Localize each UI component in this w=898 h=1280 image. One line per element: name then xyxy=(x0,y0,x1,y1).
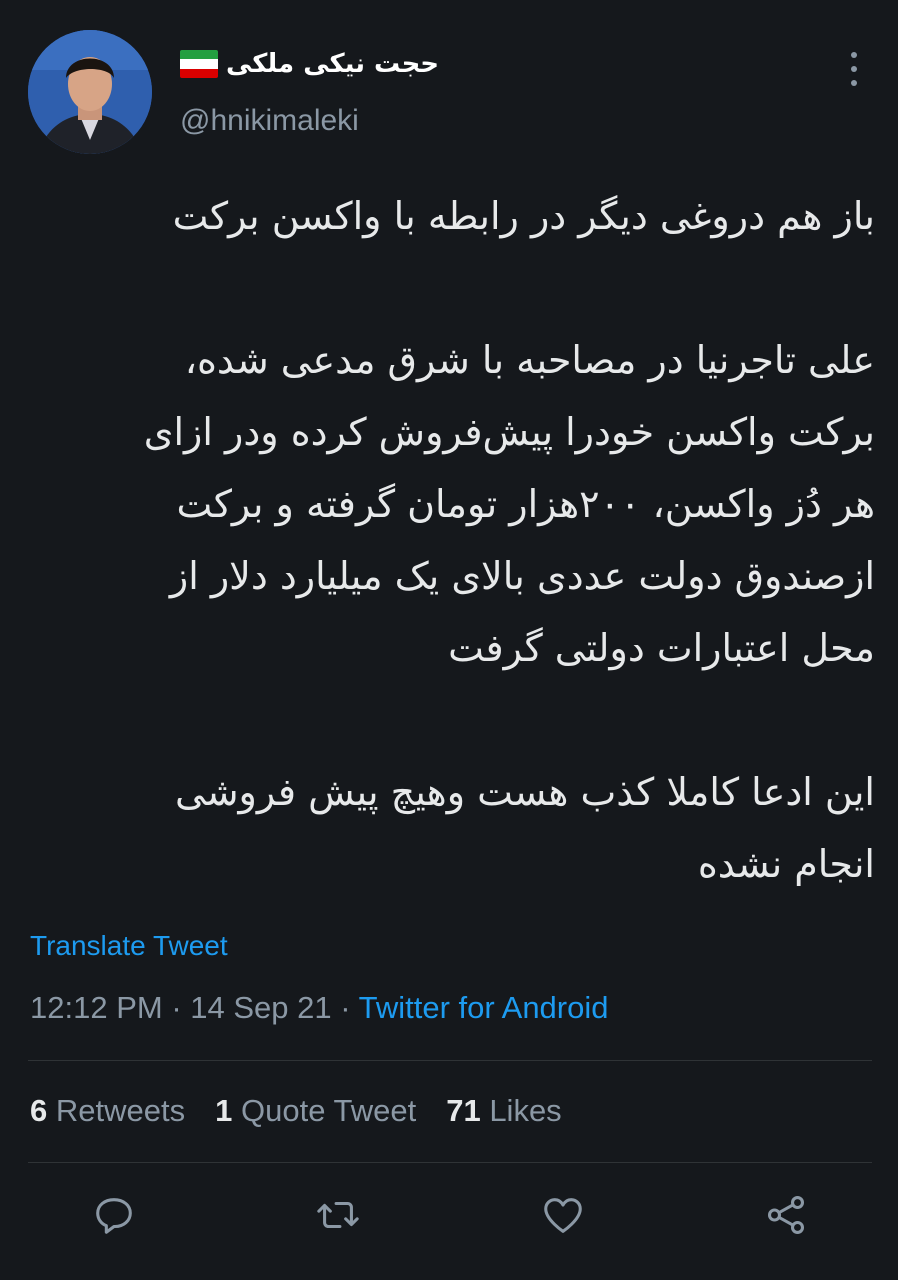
quotes-count: 1 xyxy=(215,1093,233,1128)
share-button[interactable] xyxy=(763,1192,809,1238)
like-button[interactable] xyxy=(540,1192,586,1238)
tweet-meta: 12:12 PM · 14 Sep 21 · Twitter for Andro… xyxy=(30,990,609,1026)
tweet-line: علی تاجرنیا در مصاحبه با شرق مدعی شده، xyxy=(184,338,875,382)
meta-separator: · xyxy=(340,990,351,1025)
translate-tweet-link[interactable]: Translate Tweet xyxy=(30,930,228,962)
author-name[interactable]: حجت نیکی ملکی xyxy=(226,49,439,79)
quote-tweets-stat[interactable]: 1 Quote Tweet xyxy=(215,1093,416,1129)
retweet-button[interactable] xyxy=(315,1192,361,1238)
like-icon xyxy=(544,1198,582,1233)
tweet-time: 12:12 PM xyxy=(30,990,163,1025)
likes-count: 71 xyxy=(446,1093,481,1128)
tweet-source-app[interactable]: Twitter for Android xyxy=(359,990,609,1025)
tweet-line: برکت واکسن خودرا پیش‌فروش کرده ودر ازای xyxy=(143,410,875,454)
author-handle[interactable]: @hnikimaleki xyxy=(180,104,359,138)
retweets-stat[interactable]: 6 Retweets xyxy=(30,1093,185,1129)
avatar-image xyxy=(28,30,152,154)
divider xyxy=(28,1060,872,1061)
meta-separator: · xyxy=(171,990,182,1025)
retweets-count: 6 xyxy=(30,1093,48,1128)
reply-button[interactable] xyxy=(91,1192,137,1238)
avatar[interactable] xyxy=(28,30,152,154)
retweets-label: Retweets xyxy=(55,1093,186,1128)
tweet-line: انجام نشده xyxy=(697,842,875,886)
more-options-icon[interactable] xyxy=(846,52,862,86)
tweet-line: هر دُز واکسن، ۲۰۰هزار تومان گرفته و برکت xyxy=(176,482,875,526)
retweet-icon xyxy=(317,1201,359,1229)
likes-stat[interactable]: 71 Likes xyxy=(446,1093,561,1129)
likes-label: Likes xyxy=(489,1093,562,1128)
author-name-row[interactable]: حجت نیکی ملکی xyxy=(180,44,439,84)
quotes-label: Quote Tweet xyxy=(240,1093,417,1128)
flag-stripe-green xyxy=(180,50,218,60)
iran-flag-icon xyxy=(180,50,218,78)
tweet-text: باز هم دروغی دیگر در رابطه با واکسن برکت… xyxy=(30,180,875,900)
flag-stripe-white xyxy=(180,59,218,69)
divider xyxy=(28,1162,872,1163)
share-icon xyxy=(767,1196,805,1234)
tweet-line: ازصندوق دولت عددی بالای یک میلیارد دلار … xyxy=(169,554,875,598)
flag-stripe-red xyxy=(180,68,218,78)
tweet-line: این ادعا کاملا کذب هست وهیچ پیش فروشی xyxy=(175,770,875,814)
tweet-line: باز هم دروغی دیگر در رابطه با واکسن برکت xyxy=(172,194,875,238)
tweet-stats: 6 Retweets 1 Quote Tweet 71 Likes xyxy=(30,1093,562,1129)
reply-icon xyxy=(96,1198,132,1234)
tweet-date[interactable]: 14 Sep 21 xyxy=(190,990,331,1025)
tweet-line: محل اعتبارات دولتی گرفت xyxy=(448,626,875,670)
